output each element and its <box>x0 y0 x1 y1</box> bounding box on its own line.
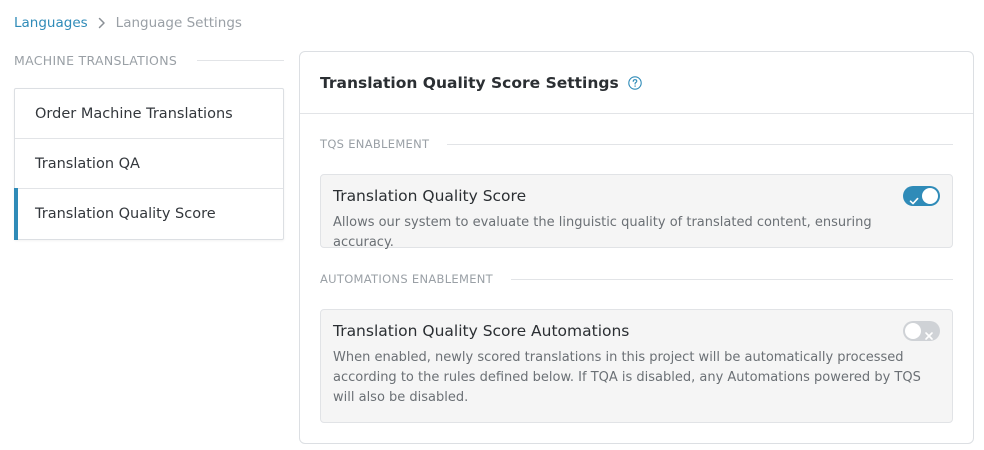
breadcrumb: Languages Language Settings <box>14 13 242 33</box>
sidebar-section-header: MACHINE TRANSLATIONS <box>14 50 284 70</box>
sidebar-item-label: Translation QA <box>35 155 140 172</box>
setting-description: When enabled, newly scored translations … <box>333 350 921 405</box>
settings-panel: Translation Quality Score Settings TQS E… <box>299 51 974 444</box>
question-circle-icon[interactable] <box>627 75 642 90</box>
chevron-right-icon <box>88 17 116 29</box>
setting-description: Allows our system to evaluate the lingui… <box>333 215 872 250</box>
sidebar-item-label: Order Machine Translations <box>35 105 233 122</box>
tqs-toggle[interactable] <box>903 186 940 206</box>
panel-header: Translation Quality Score Settings <box>300 52 973 114</box>
sidebar-item-translation-qa[interactable]: Translation QA <box>15 139 283 189</box>
toggle-knob <box>905 323 921 339</box>
section-title: TQS ENABLEMENT <box>320 137 430 151</box>
setting-card-tqs: Translation Quality Score Allows our sys… <box>320 174 953 250</box>
toggle-knob <box>922 188 938 204</box>
divider <box>511 278 953 280</box>
setting-title: Translation Quality Score <box>333 187 527 205</box>
sidebar-item-order-machine-translations[interactable]: Order Machine Translations <box>15 89 283 139</box>
section-header-tqs-enablement: TQS ENABLEMENT <box>320 136 953 152</box>
breadcrumb-languages-link[interactable]: Languages <box>14 15 88 31</box>
setting-title: Translation Quality Score Automations <box>333 322 630 340</box>
section-title: AUTOMATIONS ENABLEMENT <box>320 272 493 286</box>
sidebar-item-label: Translation Quality Score <box>35 206 216 222</box>
section-header-automations-enablement: AUTOMATIONS ENABLEMENT <box>320 271 953 287</box>
divider <box>447 143 953 145</box>
check-icon <box>909 191 919 210</box>
page-title: Translation Quality Score Settings <box>320 73 619 92</box>
sidebar-item-translation-quality-score[interactable]: Translation Quality Score <box>14 188 283 240</box>
sidebar-section-title: MACHINE TRANSLATIONS <box>14 52 178 68</box>
tqs-automations-toggle[interactable] <box>903 321 940 341</box>
sidebar: MACHINE TRANSLATIONS Order Machine Trans… <box>14 50 284 240</box>
page: Languages Language Settings MACHINE TRAN… <box>0 0 984 450</box>
close-icon <box>924 326 934 345</box>
setting-card-tqs-automations: Translation Quality Score Automations Wh… <box>320 309 953 423</box>
breadcrumb-current: Language Settings <box>115 15 242 31</box>
divider <box>197 59 284 61</box>
sidebar-nav: Order Machine Translations Translation Q… <box>14 88 284 240</box>
